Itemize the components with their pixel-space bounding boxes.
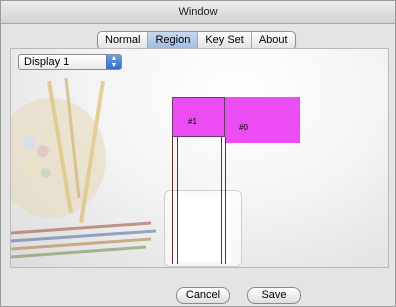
region-1[interactable]: #1: [172, 97, 225, 137]
region-0-label: #0: [239, 123, 248, 132]
display-select-value: Display 1: [24, 56, 70, 68]
tab-about[interactable]: About: [252, 32, 295, 49]
region-preview-area: Display 1 ▲ ▼ #0 #1: [10, 48, 389, 268]
window-title: Window: [1, 1, 395, 24]
cancel-button[interactable]: Cancel: [176, 287, 230, 304]
tab-region[interactable]: Region: [148, 32, 199, 49]
save-button[interactable]: Save: [247, 287, 301, 304]
tab-key-set[interactable]: Key Set: [198, 32, 252, 49]
region-guide-line: [172, 137, 173, 264]
region-guide-line: [225, 137, 226, 264]
app-window: Window Normal Region Key Set About Displ…: [0, 0, 396, 307]
select-arrows-icon: ▲ ▼: [106, 55, 121, 69]
display-select[interactable]: Display 1 ▲ ▼: [18, 54, 122, 70]
glass-inner: [174, 197, 231, 262]
palette-background-image: [11, 77, 157, 259]
tab-normal[interactable]: Normal: [98, 32, 149, 49]
region-guide-line: [177, 137, 178, 264]
region-1-label: #1: [188, 117, 197, 126]
region-guide-line: [221, 137, 222, 264]
region-0[interactable]: #0: [225, 97, 300, 143]
